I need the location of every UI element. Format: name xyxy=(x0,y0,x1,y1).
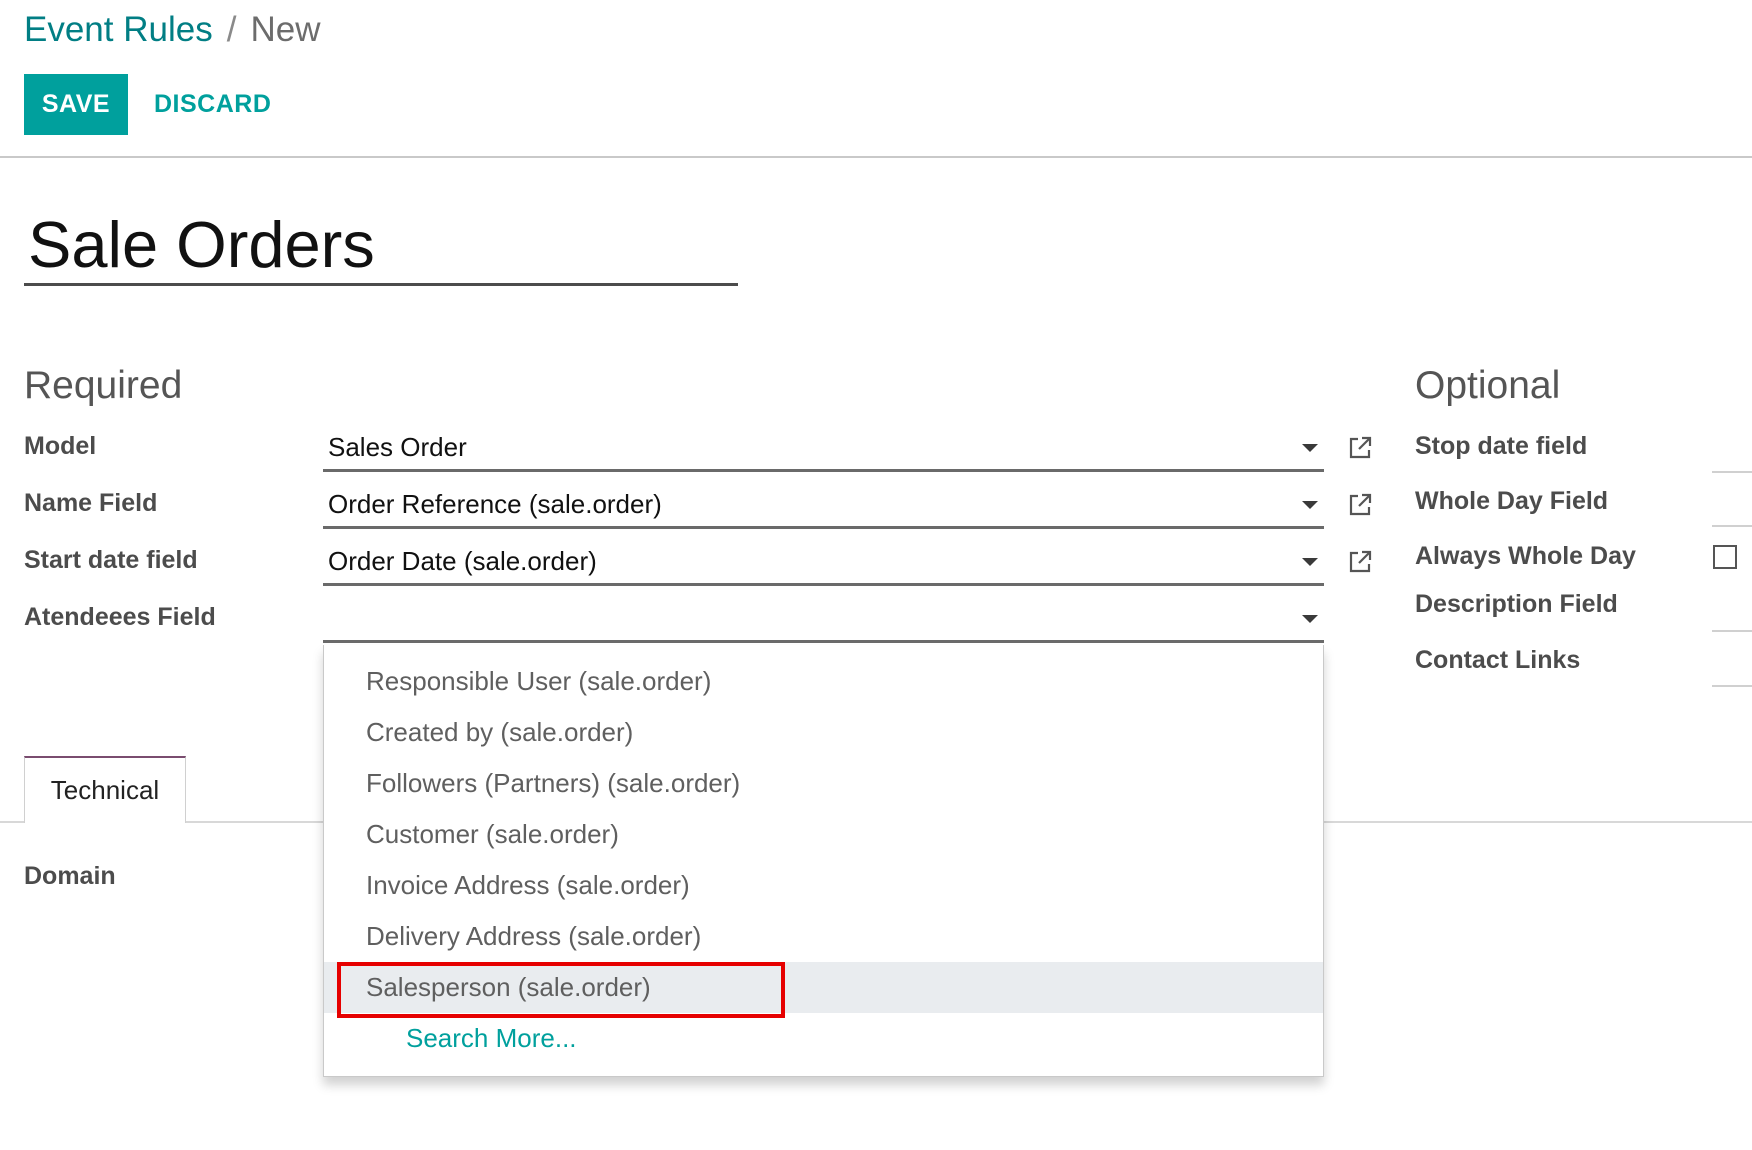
name-field-value: Order Reference (sale.order) xyxy=(328,489,662,519)
external-link-icon[interactable] xyxy=(1346,548,1374,576)
caret-down-icon[interactable] xyxy=(1302,444,1318,452)
stop-date-field-input[interactable] xyxy=(1712,471,1752,473)
external-link-icon[interactable] xyxy=(1346,434,1374,462)
attendees-field-label: Atendeees Field xyxy=(24,603,216,631)
start-date-field-label: Start date field xyxy=(24,546,198,574)
save-button[interactable]: SAVE xyxy=(24,74,128,135)
dropdown-item[interactable]: Customer (sale.order) xyxy=(324,809,1323,860)
tab-technical[interactable]: Technical xyxy=(24,756,186,823)
always-whole-day-label: Always Whole Day xyxy=(1415,542,1636,570)
record-name-input[interactable]: Sale Orders xyxy=(24,204,738,286)
contact-links-label: Contact Links xyxy=(1415,646,1581,674)
highlight-annotation xyxy=(337,962,785,1018)
description-field-input[interactable] xyxy=(1712,630,1752,632)
control-panel-divider xyxy=(0,156,1752,158)
stop-date-field-label: Stop date field xyxy=(1415,432,1588,460)
required-group-title: Required xyxy=(24,364,183,407)
model-value: Sales Order xyxy=(328,432,467,462)
caret-down-icon[interactable] xyxy=(1302,501,1318,509)
dropdown-item[interactable]: Delivery Address (sale.order) xyxy=(324,911,1323,962)
breadcrumb: Event Rules / New xyxy=(24,10,320,50)
dropdown-item[interactable]: Responsible User (sale.order) xyxy=(324,656,1323,707)
start-date-field[interactable]: Order Date (sale.order) xyxy=(323,540,1324,586)
always-whole-day-checkbox[interactable] xyxy=(1713,545,1737,569)
name-field-label: Name Field xyxy=(24,489,158,517)
description-field-label: Description Field xyxy=(1415,590,1618,618)
discard-button[interactable]: DISCARD xyxy=(148,74,277,135)
model-field[interactable]: Sales Order xyxy=(323,426,1324,472)
name-field[interactable]: Order Reference (sale.order) xyxy=(323,483,1324,529)
caret-down-icon[interactable] xyxy=(1302,615,1318,623)
dropdown-item[interactable]: Invoice Address (sale.order) xyxy=(324,860,1323,911)
breadcrumb-current: New xyxy=(250,10,321,49)
whole-day-field-label: Whole Day Field xyxy=(1415,487,1609,515)
dropdown-item[interactable]: Followers (Partners) (sale.order) xyxy=(324,758,1323,809)
model-label: Model xyxy=(24,432,97,460)
external-link-icon[interactable] xyxy=(1346,491,1374,519)
start-date-field-value: Order Date (sale.order) xyxy=(328,546,597,576)
caret-down-icon[interactable] xyxy=(1302,558,1318,566)
contact-links-input[interactable] xyxy=(1712,685,1752,687)
whole-day-field-input[interactable] xyxy=(1712,525,1752,527)
search-more-link[interactable]: Search More... xyxy=(324,1013,1323,1064)
domain-label: Domain xyxy=(24,862,116,890)
dropdown-item[interactable]: Created by (sale.order) xyxy=(324,707,1323,758)
attendees-field-input[interactable] xyxy=(323,597,1324,643)
breadcrumb-link-event-rules[interactable]: Event Rules xyxy=(24,10,213,49)
breadcrumb-separator: / xyxy=(226,10,237,49)
optional-group-title: Optional xyxy=(1415,364,1561,407)
